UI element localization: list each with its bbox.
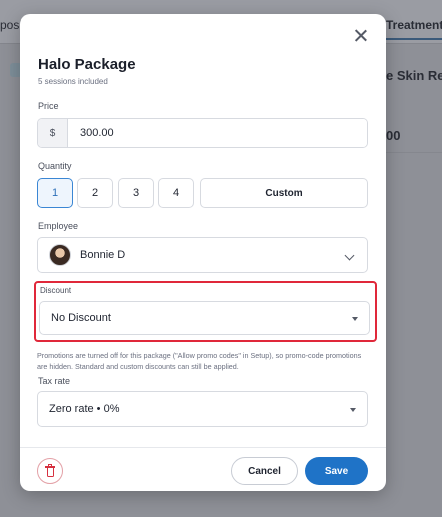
discount-select[interactable]: No Discount bbox=[39, 301, 370, 335]
price-field: $ bbox=[37, 118, 368, 148]
discount-value: No Discount bbox=[51, 312, 111, 324]
promotions-note: Promotions are turned off for this packa… bbox=[37, 351, 362, 371]
chevron-down-icon bbox=[344, 250, 355, 261]
background-tab-left: posi bbox=[0, 18, 23, 32]
trash-icon bbox=[45, 464, 55, 477]
tax-rate-select[interactable]: Zero rate • 0% bbox=[37, 391, 368, 427]
delete-button[interactable] bbox=[37, 458, 63, 484]
close-icon[interactable] bbox=[353, 28, 369, 44]
cancel-button[interactable]: Cancel bbox=[231, 457, 298, 485]
background-heading: e Skin Reju bbox=[386, 68, 442, 83]
modal-subtitle: 5 sessions included bbox=[38, 77, 108, 86]
employee-select[interactable]: Bonnie D bbox=[37, 237, 368, 273]
background-divider bbox=[386, 152, 442, 153]
discount-label: Discount bbox=[40, 286, 72, 295]
quantity-option-4[interactable]: 4 bbox=[158, 178, 194, 208]
caret-down-icon bbox=[350, 408, 356, 412]
quantity-label: Quantity bbox=[38, 161, 72, 171]
background-tab-treatments: Treatments bbox=[386, 18, 442, 32]
quantity-option-3[interactable]: 3 bbox=[118, 178, 154, 208]
caret-down-icon bbox=[352, 317, 358, 321]
footer-divider bbox=[20, 447, 386, 448]
background-value: 00 bbox=[386, 128, 401, 143]
quantity-option-2[interactable]: 2 bbox=[77, 178, 113, 208]
employee-label: Employee bbox=[38, 221, 79, 231]
background-tab-underline bbox=[386, 38, 442, 40]
save-button[interactable]: Save bbox=[305, 457, 368, 485]
employee-name: Bonnie D bbox=[80, 249, 126, 261]
price-label: Price bbox=[38, 101, 59, 111]
currency-prefix: $ bbox=[38, 119, 68, 147]
tax-rate-value: Zero rate • 0% bbox=[49, 403, 120, 415]
modal-title: Halo Package bbox=[38, 56, 136, 73]
discount-section: Discount No Discount bbox=[34, 281, 377, 342]
package-modal: Halo Package 5 sessions included Price $… bbox=[20, 14, 386, 491]
tax-label: Tax rate bbox=[38, 376, 71, 386]
quantity-custom-button[interactable]: Custom bbox=[200, 178, 368, 208]
price-input[interactable] bbox=[68, 119, 367, 147]
quantity-option-1[interactable]: 1 bbox=[37, 178, 73, 208]
avatar bbox=[49, 244, 71, 266]
